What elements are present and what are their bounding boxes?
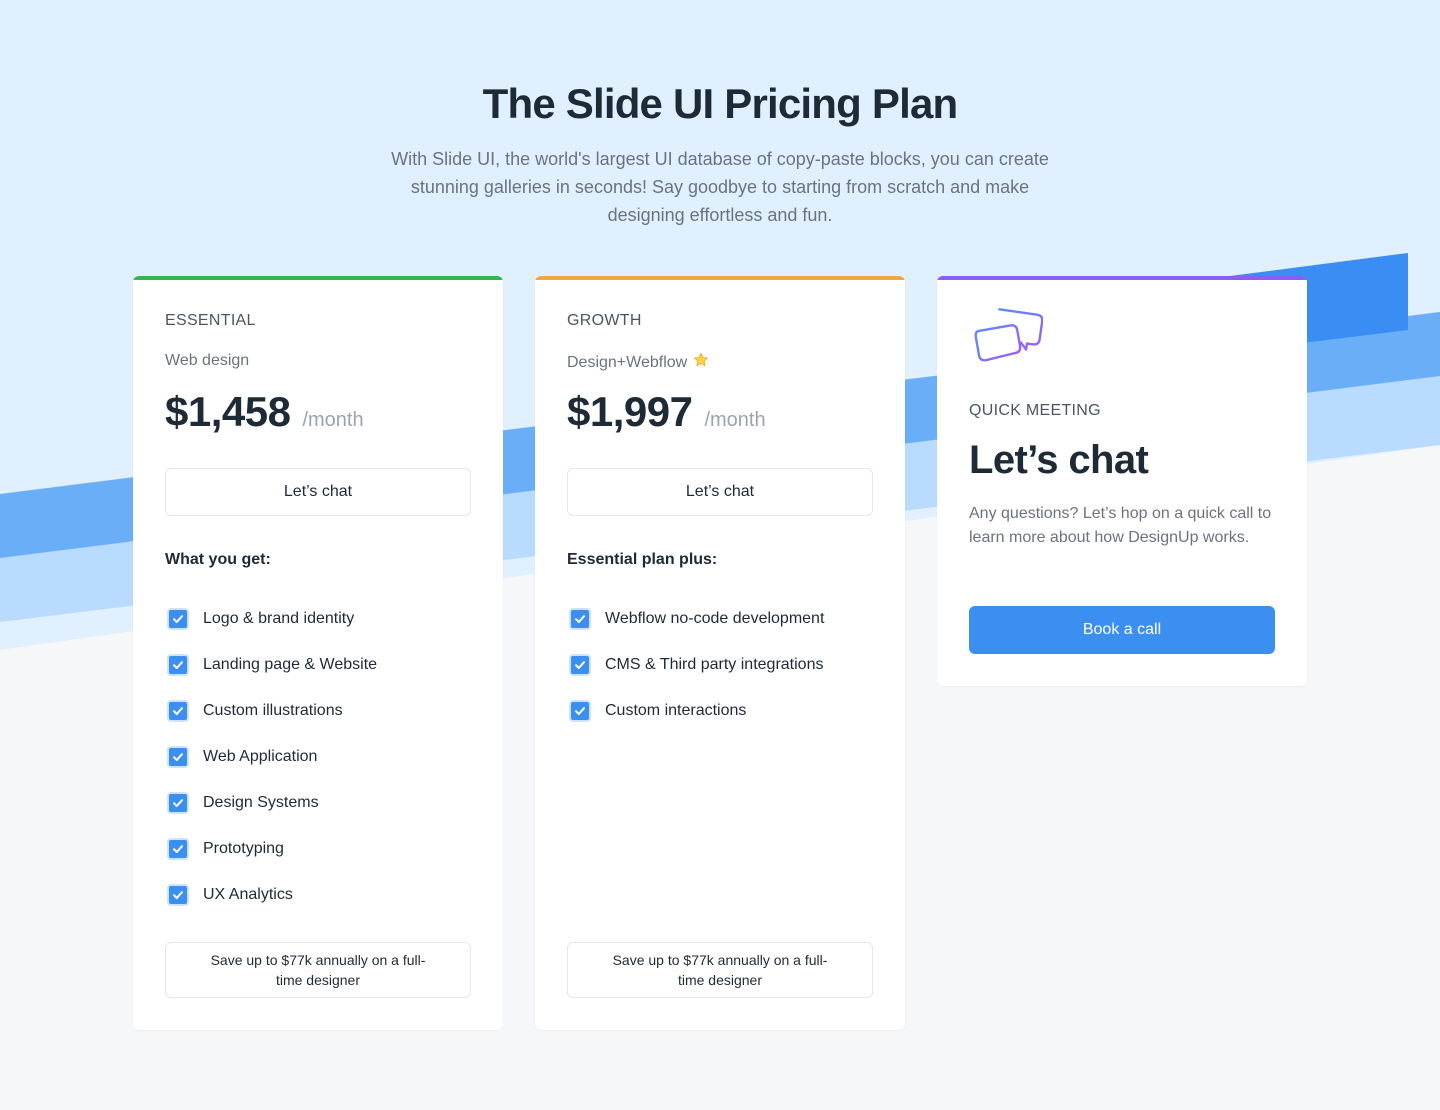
plan-price: $1,458 <box>165 388 291 435</box>
feature-item: Custom illustrations <box>165 688 471 734</box>
checkbox-checked-icon <box>167 884 189 906</box>
feature-label: Web Application <box>203 748 318 765</box>
feature-label: Webflow no-code development <box>605 610 825 627</box>
feature-item: UX Analytics <box>165 872 471 918</box>
feature-label: CMS & Third party integrations <box>605 656 824 673</box>
feature-label: Custom interactions <box>605 702 747 719</box>
checkbox-checked-icon <box>167 608 189 630</box>
plan-price: $1,997 <box>567 388 693 435</box>
lets-chat-button[interactable]: Let’s chat <box>567 468 873 516</box>
page-subtitle: With Slide UI, the world's largest UI da… <box>391 149 1049 225</box>
feature-item: Web Application <box>165 734 471 780</box>
checkbox-checked-icon <box>569 654 591 676</box>
checkbox-checked-icon <box>569 608 591 630</box>
lets-chat-button[interactable]: Let’s chat <box>165 468 471 516</box>
feature-list: Logo & brand identity Landing page & Web… <box>165 596 471 918</box>
feature-label: Custom illustrations <box>203 702 343 719</box>
feature-item: Logo & brand identity <box>165 596 471 642</box>
savings-note: Save up to $77k annually on a full-time … <box>165 942 471 998</box>
checkbox-checked-icon <box>167 654 189 676</box>
feature-item: Webflow no-code development <box>567 596 873 642</box>
star-icon <box>693 352 709 373</box>
feature-label: Prototyping <box>203 840 284 857</box>
feature-item: Design Systems <box>165 780 471 826</box>
savings-note: Save up to $77k annually on a full-time … <box>567 942 873 998</box>
checkbox-checked-icon <box>569 700 591 722</box>
feature-item: Prototyping <box>165 826 471 872</box>
checkbox-checked-icon <box>167 700 189 722</box>
growth-plan-card: GROWTH Design+Webflow $1,997 /month Let’… <box>535 276 905 1030</box>
checkbox-checked-icon <box>167 746 189 768</box>
checkbox-checked-icon <box>167 792 189 814</box>
feature-label: Logo & brand identity <box>203 610 355 627</box>
features-heading: What you get: <box>165 551 271 568</box>
feature-label: Design Systems <box>203 794 319 811</box>
plan-subtitle: Design+Webflow <box>567 352 709 373</box>
feature-list: Webflow no-code development CMS & Third … <box>567 596 873 734</box>
feature-label: Landing page & Website <box>203 656 378 673</box>
price-row: $1,997 /month <box>567 388 766 436</box>
meeting-label: QUICK MEETING <box>969 402 1101 419</box>
page-title: The Slide UI Pricing Plan <box>482 80 959 127</box>
checkbox-checked-icon <box>167 838 189 860</box>
quick-meeting-card: QUICK MEETING Let’s chat Any questions? … <box>937 276 1307 686</box>
feature-item: Custom interactions <box>567 688 873 734</box>
chat-bubbles-icon <box>971 306 1044 371</box>
feature-label: UX Analytics <box>203 886 293 903</box>
meeting-description: Any questions? Let’s hop on a quick call… <box>969 505 1272 546</box>
plan-period: /month <box>302 409 364 431</box>
plan-name: ESSENTIAL <box>165 312 256 329</box>
plan-name: GROWTH <box>567 312 642 329</box>
plan-subtitle-text: Design+Webflow <box>567 353 688 371</box>
price-row: $1,458 /month <box>165 388 364 436</box>
essential-plan-card: ESSENTIAL Web design $1,458 /month Let’s… <box>133 276 503 1030</box>
features-heading: Essential plan plus: <box>567 551 718 568</box>
plan-subtitle-text: Web design <box>165 352 250 369</box>
meeting-title: Let’s chat <box>969 438 1149 482</box>
plan-subtitle: Web design <box>165 352 249 370</box>
feature-item: CMS & Third party integrations <box>567 642 873 688</box>
feature-item: Landing page & Website <box>165 642 471 688</box>
plan-period: /month <box>704 409 766 431</box>
book-a-call-button[interactable]: Book a call <box>969 606 1275 654</box>
